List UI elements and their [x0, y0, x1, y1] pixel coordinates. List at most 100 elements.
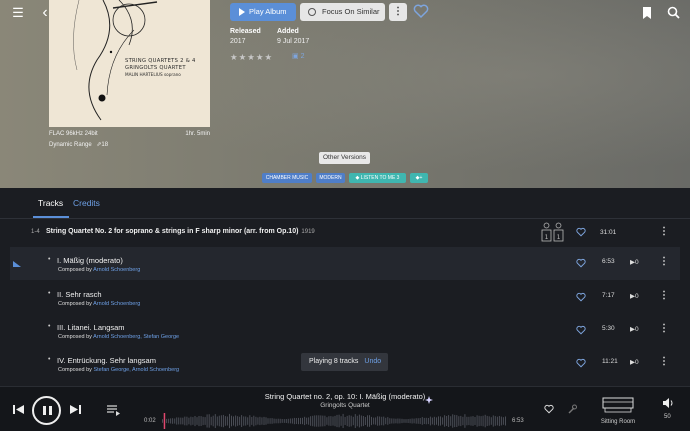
- waveform-bar: [275, 418, 277, 424]
- now-playing-artist[interactable]: Gringolts Quartet: [190, 402, 500, 409]
- play-count-value: 0: [635, 259, 639, 266]
- tab-tracks[interactable]: Tracks: [38, 198, 63, 208]
- other-versions-button[interactable]: Other Versions: [319, 152, 370, 164]
- waveform-bar: [322, 415, 324, 427]
- track-title: I. Mäßig (moderato): [57, 256, 123, 265]
- queue-icon[interactable]: [107, 404, 121, 416]
- work-header[interactable]: 1-4 String Quartet No. 2 for soprano & s…: [0, 220, 690, 246]
- bookmark-icon[interactable]: [640, 6, 654, 20]
- playhead-marker[interactable]: [163, 413, 166, 429]
- track-row[interactable]: • I. Mäßig (moderato) Composed by Arnold…: [10, 247, 680, 280]
- svg-text:1: 1: [557, 234, 561, 241]
- track-play-count: ▶0: [630, 325, 639, 333]
- tag-chamber-music[interactable]: CHAMBER MUSIC: [262, 173, 312, 183]
- waveform-bar: [281, 419, 283, 423]
- waveform-bar: [344, 417, 346, 425]
- waveform-bar: [302, 417, 303, 425]
- player-heart-icon[interactable]: [544, 404, 554, 414]
- album-more-button[interactable]: ⋮: [389, 3, 407, 21]
- waveform-bar: [283, 419, 285, 423]
- waveform-bar: [484, 414, 486, 428]
- next-track-icon[interactable]: [70, 404, 81, 415]
- undo-button[interactable]: Undo: [364, 358, 381, 365]
- waveform-bar: [474, 417, 476, 425]
- track-heart-icon[interactable]: [576, 292, 586, 302]
- radio-sparkle-icon[interactable]: [425, 396, 433, 404]
- waveform-bar: [176, 417, 178, 425]
- waveform-bar: [239, 416, 241, 426]
- tab-credits[interactable]: Credits: [73, 198, 100, 208]
- track-heart-icon[interactable]: [576, 258, 586, 268]
- tag-modern[interactable]: MODERN: [316, 173, 345, 183]
- previous-track-icon[interactable]: [13, 404, 24, 415]
- player-bar: String Quartet no. 2, op. 10: I. Mäßig (…: [0, 386, 690, 431]
- waveform-bar: [458, 416, 460, 426]
- zone-name[interactable]: Sitting Room: [590, 419, 646, 425]
- hamburger-icon[interactable]: ☰: [11, 6, 25, 20]
- waveform-bar: [233, 416, 234, 426]
- lyrics-icon[interactable]: [567, 404, 577, 414]
- waveform-bar: [415, 418, 417, 424]
- volume-icon[interactable]: [662, 397, 674, 409]
- waveform-bar: [251, 417, 253, 425]
- work-year: 1919: [301, 229, 315, 235]
- chevron-left-icon[interactable]: ‹: [38, 5, 52, 21]
- waveform-bar: [170, 418, 172, 424]
- waveform-bar: [271, 418, 273, 424]
- track-heart-icon[interactable]: [576, 358, 586, 368]
- work-title-text: String Quartet No. 2 for soprano & strin…: [46, 228, 299, 235]
- track-more-icon[interactable]: ⋮: [659, 324, 669, 334]
- waveform-bar: [490, 417, 492, 425]
- waveform-bar: [450, 416, 452, 426]
- waveform-bar: [279, 418, 281, 424]
- heart-icon[interactable]: [413, 3, 429, 19]
- waveform-bar: [486, 415, 488, 426]
- waveform-bar: [462, 416, 464, 426]
- waveform-bar: [342, 413, 344, 428]
- waveform-bar: [261, 417, 263, 425]
- composer-link[interactable]: Arnold Schoenberg: [93, 267, 140, 273]
- focus-on-similar-button[interactable]: Focus On Similar: [300, 3, 385, 21]
- waveform-bar: [190, 416, 192, 426]
- waveform-bar: [174, 418, 176, 424]
- waveform-bar: [407, 419, 409, 423]
- album-cover[interactable]: STRING QUARTETS 2 & 4 GRINGOLTS QUARTET …: [49, 0, 210, 127]
- waveform-bar: [218, 415, 220, 427]
- waveform-bar: [476, 415, 478, 427]
- zone-device-icon[interactable]: [600, 396, 636, 414]
- waveform-bar: [194, 416, 196, 427]
- now-playing-title[interactable]: String Quartet no. 2, op. 10: I. Mäßig (…: [190, 392, 500, 401]
- waveform-bar: [188, 417, 190, 425]
- work-more-icon[interactable]: ⋮: [659, 227, 669, 237]
- reviews-link[interactable]: ▣ 2: [292, 52, 304, 60]
- track-row[interactable]: • III. Litanei. Langsam Composed by Arno…: [10, 314, 680, 347]
- add-to-queue-icon[interactable]: 1 1: [541, 222, 565, 242]
- waveform-bar: [421, 417, 423, 425]
- track-row[interactable]: • II. Sehr rasch Composed by Arnold Scho…: [10, 281, 680, 314]
- waveform-bar: [440, 416, 441, 426]
- seek-waveform[interactable]: [162, 413, 507, 429]
- work-heart-icon[interactable]: [576, 227, 586, 237]
- waveform-bar: [425, 417, 427, 425]
- tag-listen-to-me[interactable]: ◆ LISTEN TO ME 3: [349, 173, 406, 183]
- composer-link[interactable]: Stefan George, Arnold Schoenberg: [93, 367, 179, 373]
- work-track-range: 1-4: [31, 229, 40, 235]
- waveform-bar: [257, 417, 259, 425]
- track-heart-icon[interactable]: [576, 325, 586, 335]
- track-more-icon[interactable]: ⋮: [659, 257, 669, 267]
- track-more-icon[interactable]: ⋮: [659, 357, 669, 367]
- waveform-bar: [263, 416, 265, 425]
- waveform-bar: [446, 416, 448, 426]
- add-tag-button[interactable]: ◆+: [410, 173, 428, 183]
- audio-format: FLAC 96kHz 24bit: [49, 131, 98, 137]
- track-more-icon[interactable]: ⋮: [659, 291, 669, 301]
- pause-button[interactable]: [32, 396, 61, 425]
- focus-label: Focus On Similar: [322, 7, 380, 16]
- composer-link[interactable]: Arnold Schoenberg, Stefan George: [93, 334, 179, 340]
- waveform-bar: [387, 417, 389, 425]
- rating-stars[interactable]: ★★★★★: [230, 52, 273, 63]
- play-album-button[interactable]: Play Album: [230, 3, 296, 21]
- search-icon[interactable]: [666, 6, 680, 20]
- track-play-count: ▶0: [630, 292, 639, 300]
- composer-link[interactable]: Arnold Schoenberg: [93, 301, 140, 307]
